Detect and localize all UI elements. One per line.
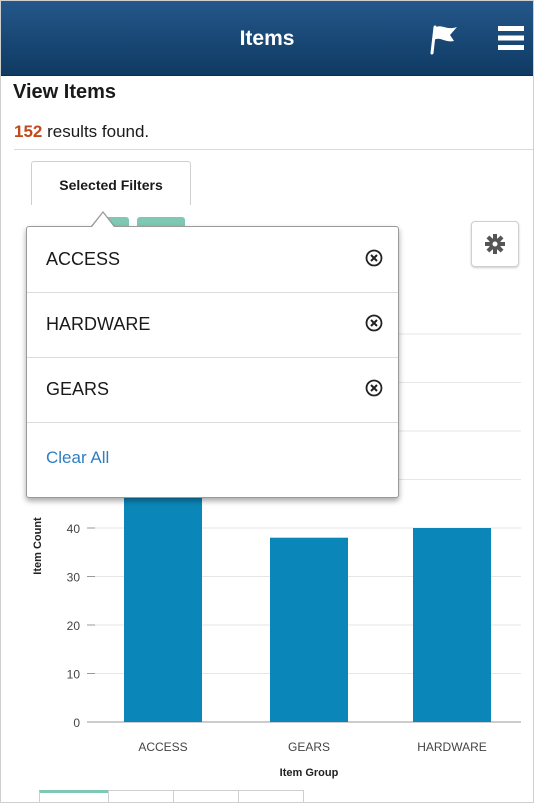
bottom-tab[interactable] [173,790,239,802]
app-frame: Items View Items 152 results found. Sele… [0,0,534,803]
remove-filter-icon[interactable] [365,379,383,397]
bar-gears [270,537,348,722]
y-tick-label: 30 [67,571,81,585]
popover-arrow-inner [92,213,114,227]
x-axis-label: Item Group [280,767,339,779]
selected-filters-popover: ACCESS HARDWARE GEARS Clear All [26,226,399,498]
y-axis-label: Item Count [32,517,44,575]
remove-filter-icon[interactable] [365,314,383,332]
x-tick-label: HARDWARE [417,740,487,754]
bottom-tab[interactable] [39,790,109,802]
clear-all-link[interactable]: Clear All [46,448,109,468]
bottom-tab[interactable] [238,790,304,802]
y-tick-label: 40 [67,522,81,536]
bar-hardware [413,528,491,722]
bottom-tab[interactable] [108,790,174,802]
x-tick-label: GEARS [288,740,330,754]
filter-row-access[interactable]: ACCESS [27,227,398,293]
y-tick-label: 0 [73,716,80,730]
remove-filter-icon[interactable] [365,249,383,267]
y-tick-label: 20 [67,619,81,633]
filter-row-gears[interactable]: GEARS [27,357,398,423]
filter-label: GEARS [46,379,110,399]
filter-label: HARDWARE [46,314,151,334]
filter-row-hardware[interactable]: HARDWARE [27,292,398,358]
y-tick-label: 10 [67,668,81,682]
filter-label: ACCESS [46,249,121,269]
x-tick-label: ACCESS [138,740,187,754]
